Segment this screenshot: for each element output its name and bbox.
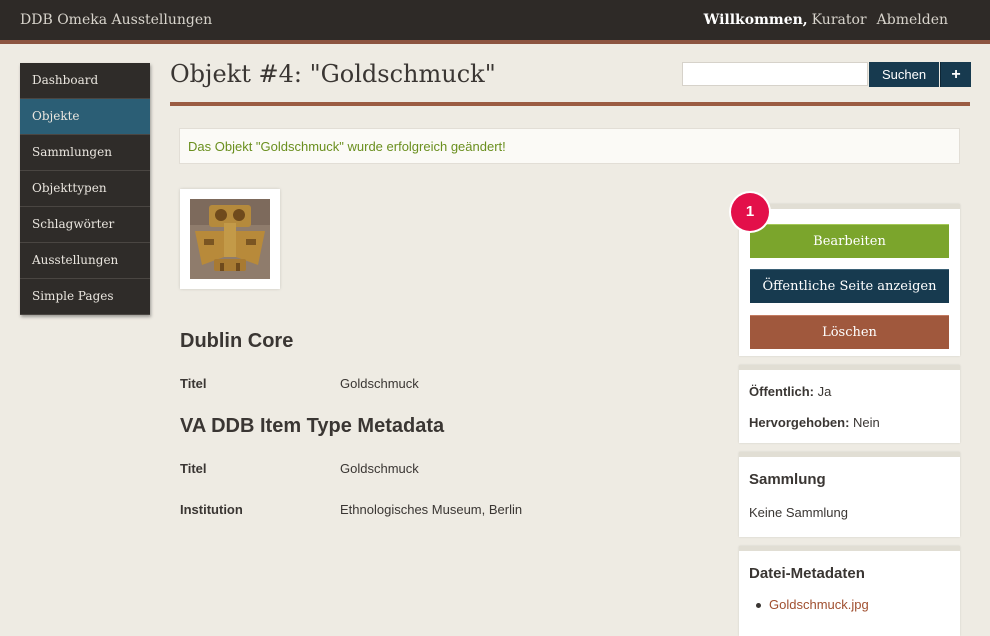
- user-link[interactable]: Kurator: [812, 12, 867, 28]
- view-public-page-button[interactable]: Öffentliche Seite anzeigen: [750, 269, 949, 303]
- file-metadata-panel: Datei-Metadaten Goldschmuck.jpg: [739, 546, 960, 636]
- goldschmuck-image: [190, 199, 270, 279]
- sidebar-item-dashboard[interactable]: Dashboard: [20, 63, 150, 99]
- collection-heading: Sammlung: [749, 471, 826, 488]
- success-message: Das Objekt "Goldschmuck" wurde erfolgrei…: [179, 128, 960, 164]
- advanced-search-button[interactable]: +: [940, 62, 971, 87]
- step-badge: 1: [731, 193, 769, 231]
- public-label: Öffentlich:: [749, 384, 814, 399]
- institution-label: Institution: [180, 502, 243, 517]
- status-panel: Öffentlich: Ja Hervorgehoben: Nein: [739, 365, 960, 443]
- item-thumbnail[interactable]: [180, 189, 280, 289]
- page-title: Objekt #4: "Goldschmuck": [170, 60, 496, 88]
- search-input[interactable]: [682, 62, 868, 86]
- sidebar-item-simple-pages[interactable]: Simple Pages: [20, 279, 150, 315]
- sidebar-item-objekte[interactable]: Objekte: [20, 99, 150, 135]
- public-status: Öffentlich: Ja: [749, 384, 831, 399]
- dc-title-label: Titel: [180, 376, 207, 391]
- welcome-label: Willkommen,: [703, 12, 808, 28]
- file-link[interactable]: Goldschmuck.jpg: [769, 597, 869, 612]
- sidebar-item-objekttypen[interactable]: Objekttypen: [20, 171, 150, 207]
- featured-status: Hervorgehoben: Nein: [749, 415, 880, 430]
- public-value: Ja: [817, 384, 832, 399]
- featured-label: Hervorgehoben:: [749, 415, 850, 430]
- actions-panel: Bearbeiten Öffentliche Seite anzeigen Lö…: [739, 204, 960, 356]
- dublin-core-heading: Dublin Core: [180, 330, 294, 352]
- edit-button[interactable]: Bearbeiten: [750, 224, 949, 258]
- va-title-label: Titel: [180, 461, 207, 476]
- sidebar-item-sammlungen[interactable]: Sammlungen: [20, 135, 150, 171]
- top-bar: DDB Omeka Ausstellungen Willkommen, Kurat…: [0, 0, 990, 44]
- collection-panel: Sammlung Keine Sammlung: [739, 452, 960, 537]
- sidebar-nav: Dashboard Objekte Sammlungen Objekttypen…: [20, 63, 150, 315]
- title-divider: [170, 102, 970, 106]
- search-button[interactable]: Suchen: [869, 62, 939, 87]
- dc-title-value: Goldschmuck: [340, 376, 419, 391]
- featured-value: Nein: [853, 415, 880, 430]
- collection-value: Keine Sammlung: [749, 505, 848, 520]
- logout-link[interactable]: Abmelden: [877, 12, 948, 28]
- delete-button[interactable]: Löschen: [750, 315, 949, 349]
- va-title-value: Goldschmuck: [340, 461, 419, 476]
- sidebar-item-ausstellungen[interactable]: Ausstellungen: [20, 243, 150, 279]
- file-metadata-heading: Datei-Metadaten: [749, 565, 865, 582]
- site-title[interactable]: DDB Omeka Ausstellungen: [20, 12, 212, 28]
- institution-value: Ethnologisches Museum, Berlin: [340, 502, 523, 517]
- sidebar-item-schlagwoerter[interactable]: Schlagwörter: [20, 207, 150, 243]
- user-welcome: Willkommen, Kurator Abmelden: [704, 12, 948, 28]
- list-bullet: [756, 603, 761, 608]
- va-metadata-heading: VA DDB Item Type Metadata: [180, 415, 445, 437]
